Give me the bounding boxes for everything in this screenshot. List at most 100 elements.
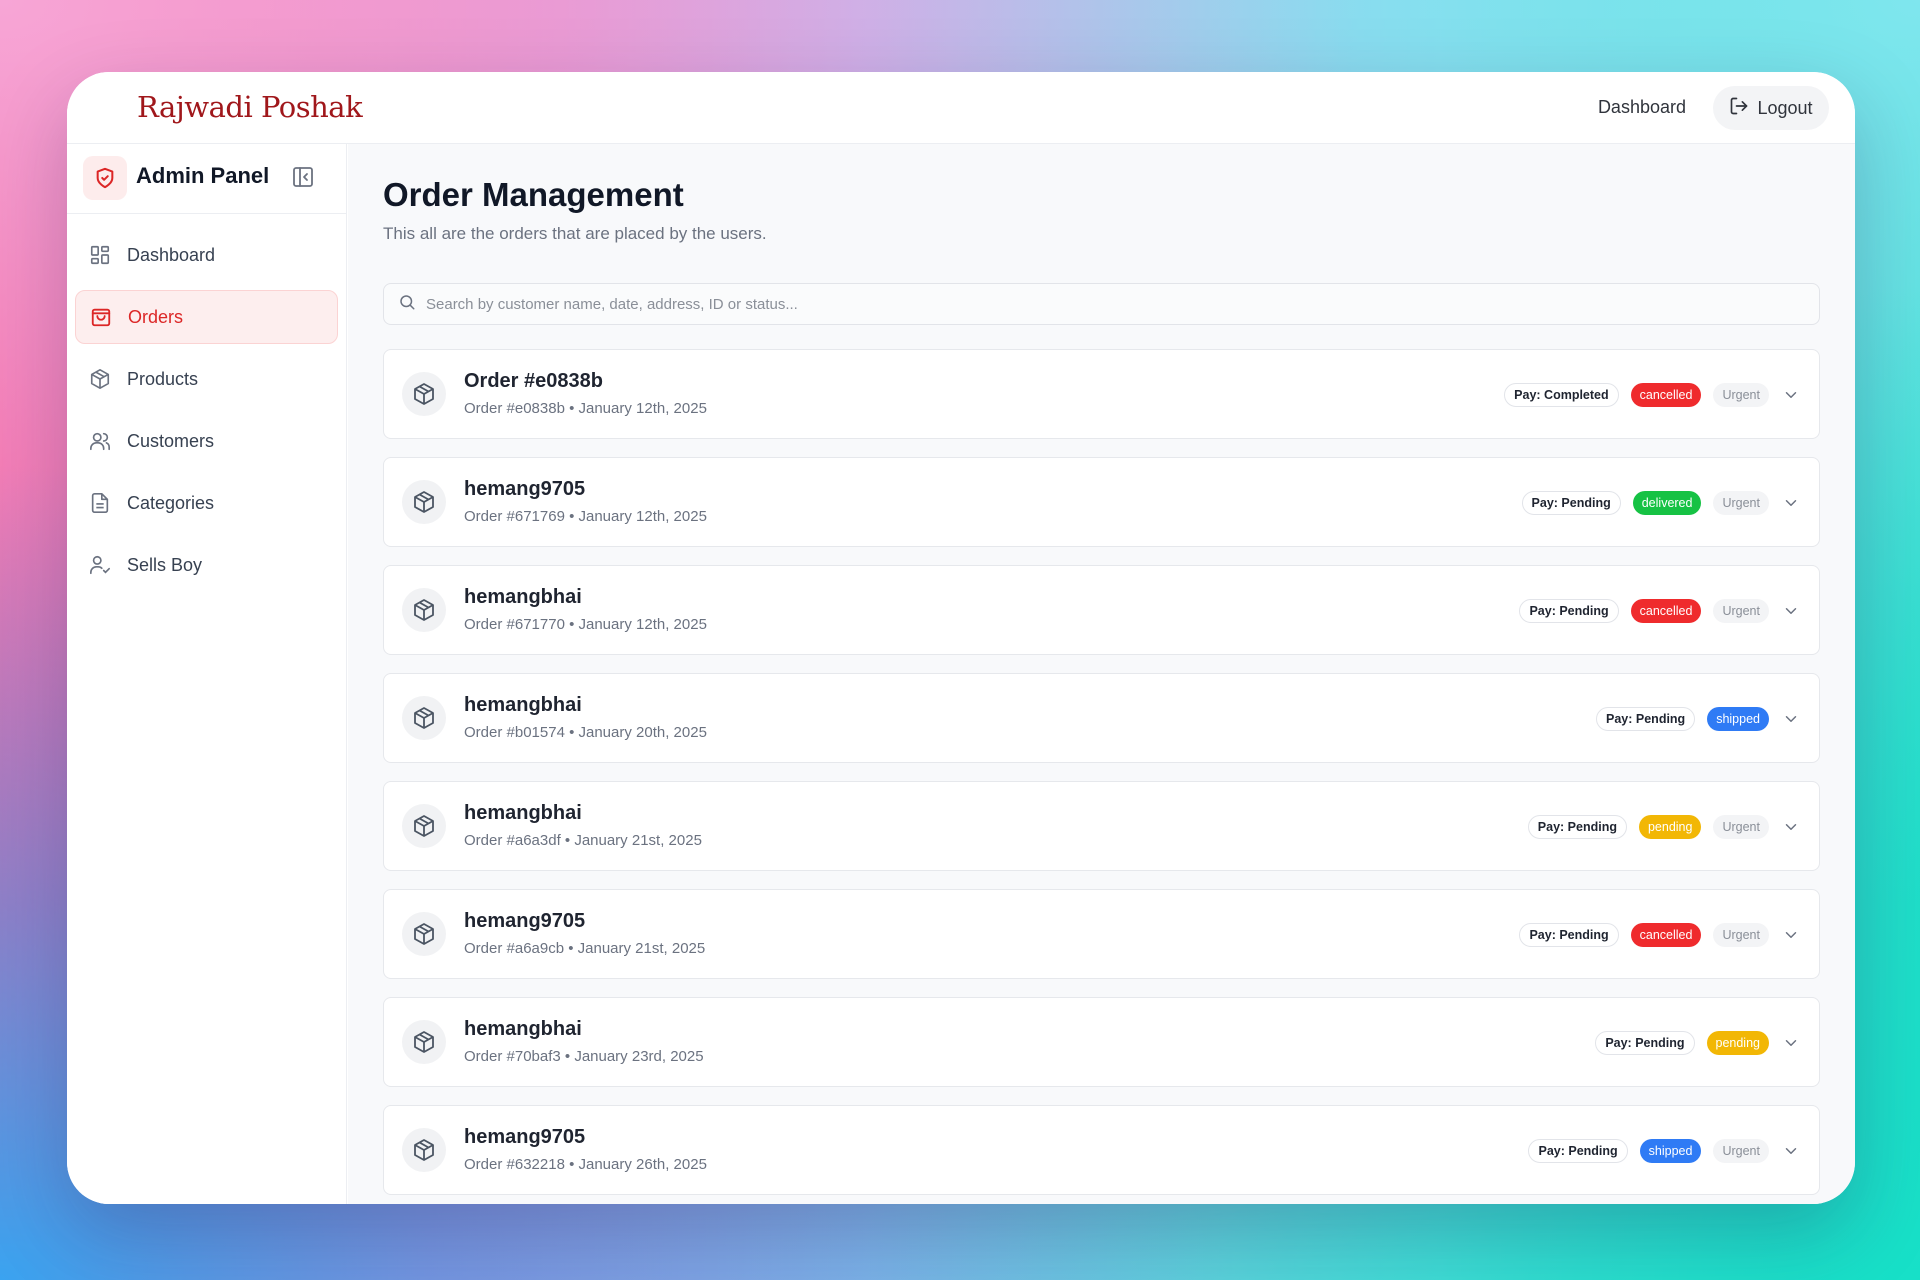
sidebar-item-products[interactable]: Products <box>75 352 338 406</box>
urgent-badge[interactable]: Urgent <box>1713 1139 1769 1163</box>
payment-badge: Pay: Pending <box>1595 1031 1695 1055</box>
chevron-down-icon[interactable] <box>1781 1141 1801 1161</box>
urgent-badge[interactable]: Urgent <box>1713 923 1769 947</box>
sidebar-header: Admin Panel <box>67 144 346 214</box>
order-row[interactable]: hemang9705 Order #a6a9cb • January 21st, … <box>383 889 1820 979</box>
order-row[interactable]: Order #e0838b Order #e0838b • January 12t… <box>383 349 1820 439</box>
order-customer-name: hemang9705 <box>464 1126 586 1148</box>
payment-badge: Pay: Completed <box>1504 383 1619 407</box>
order-customer-name: hemang9705 <box>464 478 586 500</box>
user-check-icon <box>87 552 113 578</box>
file-text-icon <box>87 490 113 516</box>
search-input[interactable] <box>426 295 1786 313</box>
order-customer-name: hemangbhai <box>464 586 582 608</box>
status-badge: delivered <box>1632 491 1702 515</box>
order-row[interactable]: hemang9705 Order #671769 • January 12th, … <box>383 457 1820 547</box>
package-icon <box>402 480 446 524</box>
order-meta: Order #a6a9cb • January 21st, 2025 <box>464 940 706 957</box>
sidebar-item-categories[interactable]: Categories <box>75 476 338 530</box>
order-customer-name: hemangbhai <box>464 694 582 716</box>
sidebar-item-label: Sells Boy <box>127 554 203 575</box>
sidebar-item-label: Customers <box>127 430 215 451</box>
search-icon <box>398 293 416 316</box>
top-dashboard-link[interactable]: Dashboard <box>1598 97 1686 118</box>
payment-badge: Pay: Pending <box>1527 815 1627 839</box>
package-icon <box>402 1020 446 1064</box>
package-icon <box>402 372 446 416</box>
chevron-down-icon[interactable] <box>1781 817 1801 837</box>
package-icon <box>402 912 446 956</box>
chevron-down-icon[interactable] <box>1781 493 1801 513</box>
urgent-badge[interactable]: Urgent <box>1713 383 1769 407</box>
order-meta: Order #a6a3df • January 21st, 2025 <box>464 832 702 849</box>
order-meta: Order #e0838b • January 12th, 2025 <box>464 400 707 417</box>
chevron-down-icon[interactable] <box>1781 601 1801 621</box>
page-subtitle: This all are the orders that are placed … <box>383 224 767 243</box>
shopping-bag-icon <box>88 304 114 330</box>
order-row[interactable]: hemangbhai Order #671770 • January 12th, … <box>383 565 1820 655</box>
order-customer-name: Order #e0838b <box>464 370 603 392</box>
package-icon <box>402 1128 446 1172</box>
brand-logo[interactable]: Rajwadi Poshak <box>137 90 363 124</box>
order-row[interactable]: hemang9705 Order #632218 • January 26th, … <box>383 1105 1820 1195</box>
page-title: Order Management <box>383 176 684 213</box>
chevron-down-icon[interactable] <box>1781 1033 1801 1053</box>
status-badge: shipped <box>1639 1139 1702 1163</box>
main-content: Order Management This all are the orders… <box>348 144 1855 1204</box>
order-meta: Order #632218 • January 26th, 2025 <box>464 1156 707 1173</box>
order-meta: Order #671769 • January 12th, 2025 <box>464 508 707 525</box>
payment-badge: Pay: Pending <box>1596 707 1696 731</box>
order-meta: Order #671770 • January 12th, 2025 <box>464 616 707 633</box>
logout-icon <box>1729 96 1749 121</box>
sidebar-collapse-icon[interactable] <box>291 165 315 194</box>
order-list: Order #e0838b Order #e0838b • January 12t… <box>383 349 1820 1204</box>
search-bar <box>383 283 1820 325</box>
urgent-badge[interactable]: Urgent <box>1713 491 1769 515</box>
order-badges: Pay: Pending pending Urgent <box>1527 782 1801 872</box>
urgent-badge[interactable]: Urgent <box>1713 815 1769 839</box>
chevron-down-icon[interactable] <box>1781 925 1801 945</box>
package-icon <box>402 588 446 632</box>
order-badges: Pay: Pending delivered Urgent <box>1521 458 1801 548</box>
sidebar-title: Admin Panel <box>136 163 270 188</box>
chevron-down-icon[interactable] <box>1781 385 1801 405</box>
status-badge: cancelled <box>1630 923 1702 947</box>
order-customer-name: hemangbhai <box>464 1018 582 1040</box>
order-badges: Pay: Completed cancelled Urgent <box>1504 350 1801 440</box>
payment-badge: Pay: Pending <box>1519 923 1619 947</box>
payment-badge: Pay: Pending <box>1521 491 1621 515</box>
status-badge: cancelled <box>1630 599 1702 623</box>
payment-badge: Pay: Pending <box>1528 1139 1628 1163</box>
order-customer-name: hemangbhai <box>464 802 582 824</box>
order-row[interactable]: hemangbhai Order #a6a3df • January 21st, … <box>383 781 1820 871</box>
status-badge: shipped <box>1707 707 1769 731</box>
sidebar-item-customers[interactable]: Customers <box>75 414 338 468</box>
status-badge: pending <box>1706 1031 1769 1055</box>
sidebar-item-label: Dashboard <box>127 244 216 265</box>
order-badges: Pay: Pending cancelled Urgent <box>1519 890 1801 980</box>
urgent-badge[interactable]: Urgent <box>1713 599 1769 623</box>
sidebar-item-dashboard[interactable]: Dashboard <box>75 228 338 282</box>
sidebar: Admin Panel Dashboard Orders Products Custo… <box>67 144 347 1204</box>
package-icon <box>402 696 446 740</box>
order-row[interactable]: hemangbhai Order #b01574 • January 20th, … <box>383 673 1820 763</box>
logout-button[interactable]: Logout <box>1713 86 1829 130</box>
chevron-down-icon[interactable] <box>1781 709 1801 729</box>
order-meta: Order #b01574 • January 20th, 2025 <box>464 724 707 741</box>
dashboard-icon <box>87 242 113 268</box>
logout-label: Logout <box>1757 97 1813 118</box>
sidebar-nav: Dashboard Orders Products Customers Categori… <box>67 214 346 592</box>
sidebar-item-sells-boy[interactable]: Sells Boy <box>75 538 338 592</box>
status-badge: pending <box>1638 815 1702 839</box>
shield-icon <box>83 156 127 200</box>
package-icon <box>87 366 113 392</box>
sidebar-item-orders[interactable]: Orders <box>75 290 338 344</box>
order-meta: Order #70baf3 • January 23rd, 2025 <box>464 1048 704 1065</box>
order-customer-name: hemang9705 <box>464 910 586 932</box>
order-badges: Pay: Pending shipped Urgent <box>1528 1106 1801 1196</box>
sidebar-item-label: Orders <box>128 306 184 327</box>
order-row[interactable]: hemangbhai Order #70baf3 • January 23rd, … <box>383 997 1820 1087</box>
package-icon <box>402 804 446 848</box>
order-badges: Pay: Pending shipped <box>1596 674 1801 764</box>
top-bar: Rajwadi Poshak Dashboard Logout <box>67 72 1855 144</box>
